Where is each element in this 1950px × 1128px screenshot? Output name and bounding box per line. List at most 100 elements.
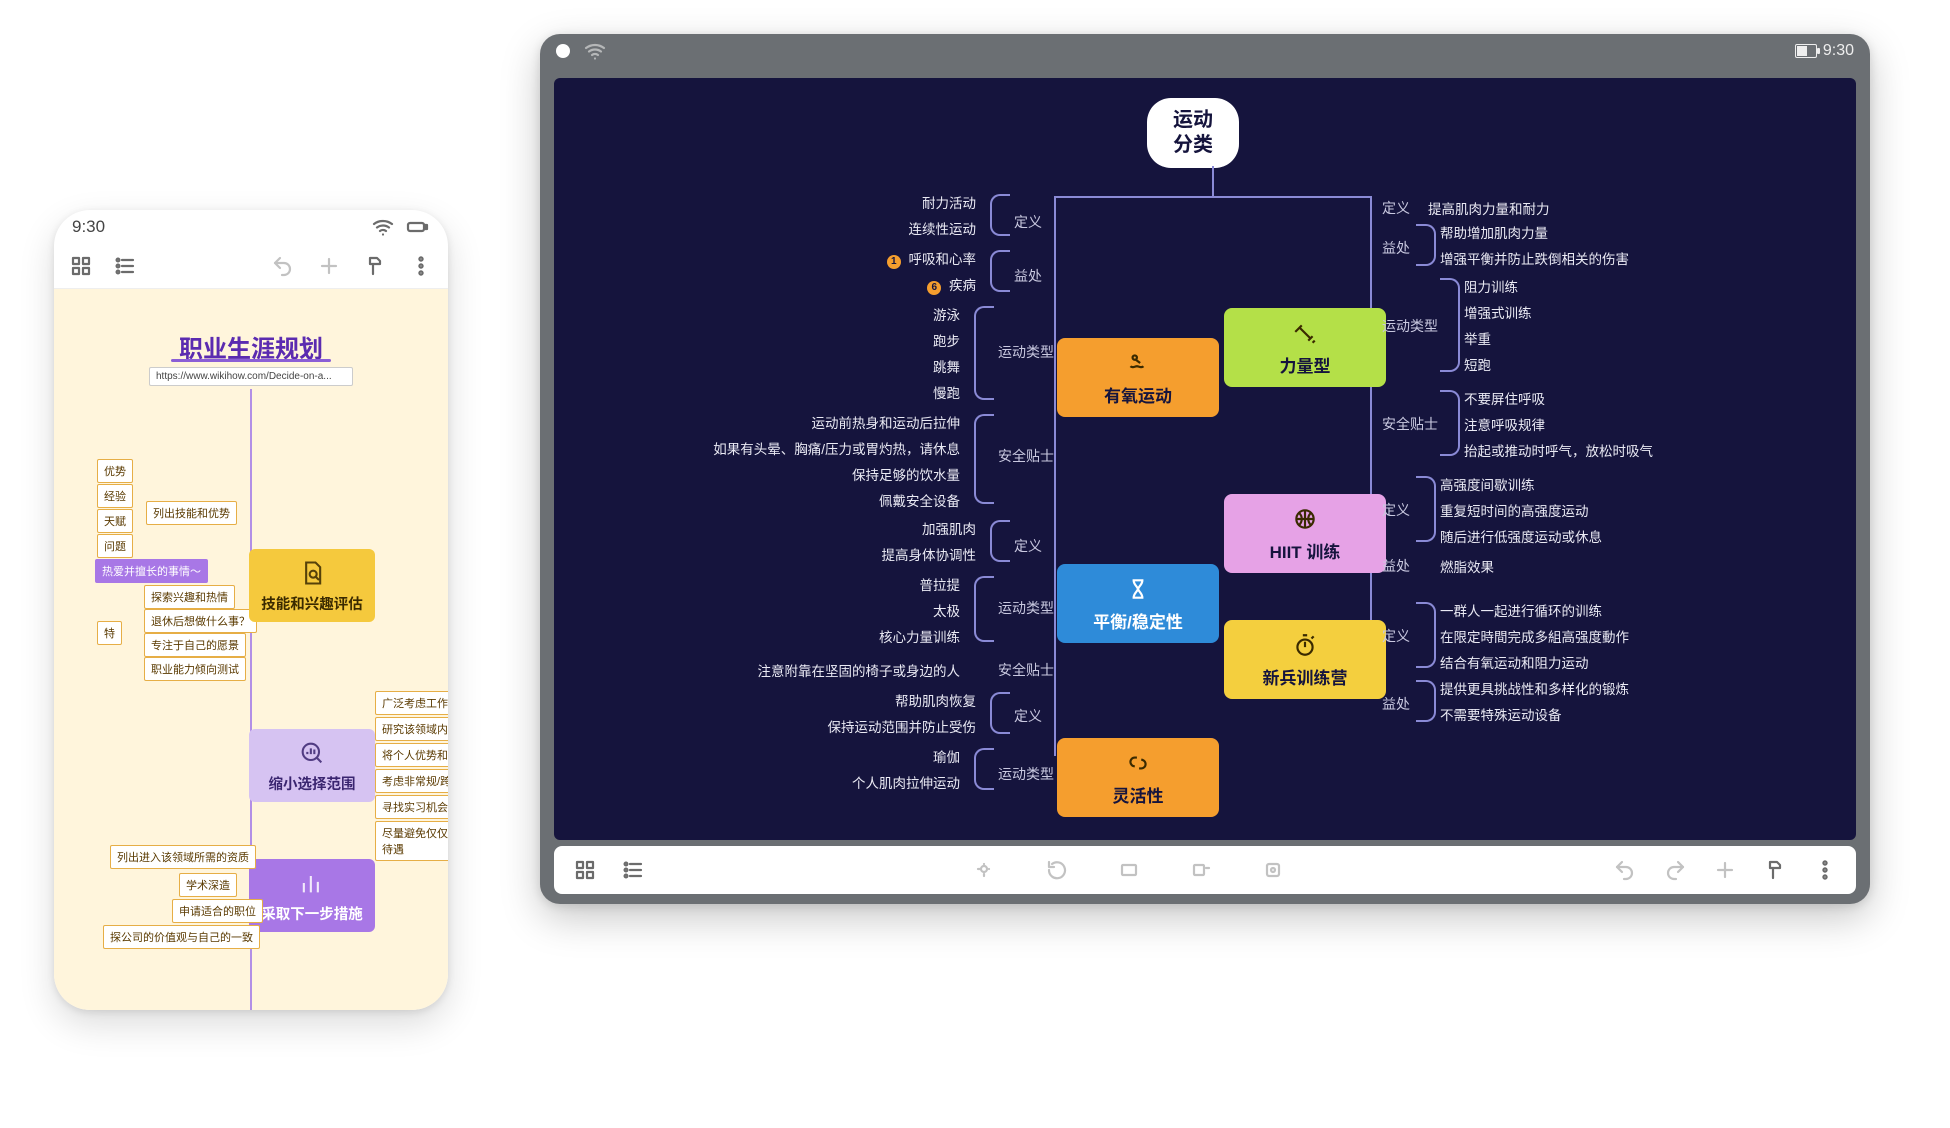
phone-left-stub[interactable]: 经验: [97, 484, 133, 508]
aerobic-tip[interactable]: 保持足够的饮水量: [852, 464, 960, 484]
phone-map-url[interactable]: https://www.wikihow.com/Decide-on-a...: [149, 367, 353, 386]
branch-aerobic[interactable]: 有氧运动: [1057, 338, 1219, 417]
phone-right-item[interactable]: 研究该领域内工作的多项职责: [375, 717, 448, 741]
undo-icon[interactable]: [1612, 857, 1638, 883]
flex-type[interactable]: 个人肌肉拉伸运动: [852, 772, 960, 792]
more-icon[interactable]: [408, 253, 434, 279]
phone-left-stub[interactable]: 优势: [97, 459, 133, 483]
export-icon[interactable]: [1188, 857, 1214, 883]
phone-right-item[interactable]: 广泛考虑工作领域: [375, 691, 448, 715]
balance-def[interactable]: 提高身体协调性: [882, 544, 977, 564]
list-icon[interactable]: [112, 253, 138, 279]
branch-flex[interactable]: 灵活性: [1057, 738, 1219, 817]
phone-card-3[interactable]: 采取下一步措施: [249, 859, 375, 932]
strength-def-head: 定义: [1382, 198, 1410, 218]
more-icon[interactable]: [1812, 857, 1838, 883]
aerobic-type[interactable]: 跑步: [933, 330, 960, 350]
branch-balance[interactable]: 平衡/稳定性: [1057, 564, 1219, 643]
phone-left-row[interactable]: 特: [97, 621, 122, 645]
balance-tip[interactable]: 注意附靠在坚固的椅子或身边的人: [758, 660, 961, 680]
flex-type[interactable]: 瑜伽: [933, 746, 960, 766]
tablet-canvas[interactable]: 运动 分类 有氧运动 定义 耐力活动 连续性运动 益处 1 呼吸和心率 6 疾病: [554, 78, 1856, 840]
grid-icon[interactable]: [68, 253, 94, 279]
style-icon[interactable]: [362, 253, 388, 279]
strength-type[interactable]: 增强式训练: [1464, 302, 1532, 322]
phone-left-item[interactable]: 探索兴趣和热情: [144, 585, 235, 609]
bootcamp-def[interactable]: 结合有氧运动和阻力运动: [1440, 652, 1589, 672]
bootcamp-ben[interactable]: 提供更具挑战性和多样化的锻炼: [1440, 678, 1629, 698]
phone-left-stub[interactable]: 天赋: [97, 509, 133, 533]
flex-def[interactable]: 保持运动范围并防止受伤: [828, 716, 977, 736]
strength-tip[interactable]: 抬起或推动时呼气，放松时吸气: [1464, 440, 1653, 460]
hiit-def[interactable]: 高强度间歇训练: [1440, 474, 1535, 494]
add-icon[interactable]: [316, 253, 342, 279]
aerobic-ben-head: 益处: [1014, 266, 1042, 286]
hiit-ben[interactable]: 燃脂效果: [1440, 556, 1494, 576]
branch-strength[interactable]: 力量型: [1224, 308, 1386, 387]
target-icon[interactable]: [1260, 857, 1286, 883]
balance-def[interactable]: 加强肌肉: [922, 518, 976, 538]
aerobic-tip[interactable]: 如果有头晕、胸痛/压力或胃灼热，请休息: [713, 438, 960, 458]
phone-left-item[interactable]: 退休后想做什么事？: [144, 609, 257, 633]
flex-def-head: 定义: [1014, 706, 1042, 726]
phone-left-item[interactable]: 列出技能和优势: [146, 501, 237, 525]
aerobic-def[interactable]: 耐力活动: [922, 192, 976, 212]
undo-icon[interactable]: [270, 253, 296, 279]
balance-type[interactable]: 核心力量训练: [879, 626, 960, 646]
phone-card3-left[interactable]: 申请适合的职位: [172, 899, 263, 923]
aerobic-tip[interactable]: 佩戴安全设备: [879, 490, 960, 510]
hiit-ben-head: 益处: [1382, 556, 1410, 576]
hiit-def[interactable]: 随后进行低强度运动或休息: [1440, 526, 1602, 546]
phone-right-item[interactable]: 考虑非常规/跨领域工作: [375, 769, 448, 793]
phone-card3-left[interactable]: 探公司的价值观与自己的一致: [103, 925, 260, 949]
list-icon[interactable]: [620, 857, 646, 883]
flex-def[interactable]: 帮助肌肉恢复: [895, 690, 976, 710]
balance-type[interactable]: 太极: [933, 600, 960, 620]
redo-icon[interactable]: [1662, 857, 1688, 883]
style-icon[interactable]: [1762, 857, 1788, 883]
bootcamp-def[interactable]: 在限定時間完成多組高强度動作: [1440, 626, 1629, 646]
rotate-icon[interactable]: [1044, 857, 1070, 883]
strength-def[interactable]: 提高肌肉力量和耐力: [1428, 198, 1550, 218]
phone-right-item[interactable]: 尽量避免仅仅根据薪资待遇: [375, 821, 448, 861]
aerobic-ben[interactable]: 6 疾病: [927, 274, 976, 295]
connector: [1440, 390, 1460, 456]
branch-hiit[interactable]: HIIT 训练: [1224, 494, 1386, 573]
phone-canvas[interactable]: 职业生涯规划 https://www.wikihow.com/Decide-on…: [54, 289, 448, 1010]
root-node[interactable]: 运动 分类: [1147, 98, 1239, 168]
aerobic-type[interactable]: 跳舞: [933, 356, 960, 376]
strength-tip[interactable]: 注意呼吸规律: [1464, 414, 1545, 434]
aerobic-def[interactable]: 连续性运动: [909, 218, 977, 238]
aerobic-ben[interactable]: 1 呼吸和心率: [887, 248, 976, 269]
aerobic-type[interactable]: 慢跑: [933, 382, 960, 402]
zoom-in-icon[interactable]: [972, 857, 998, 883]
phone-left-item[interactable]: 职业能力倾向测试: [144, 657, 246, 681]
strength-ben[interactable]: 增强平衡并防止跌倒相关的伤害: [1440, 248, 1629, 268]
phone-left-stub[interactable]: 问题: [97, 534, 133, 558]
battery-icon: [1795, 44, 1817, 58]
phone-right-item[interactable]: 寻找实习机会: [375, 795, 448, 819]
strength-ben[interactable]: 帮助增加肌肉力量: [1440, 222, 1548, 242]
grid-icon[interactable]: [572, 857, 598, 883]
balance-type[interactable]: 普拉提: [920, 574, 961, 594]
phone-right-item[interactable]: 将个人优势和潜在工: [375, 743, 448, 767]
bootcamp-def[interactable]: 一群人一起进行循环的训练: [1440, 600, 1602, 620]
frame-icon[interactable]: [1116, 857, 1142, 883]
phone-card3-left[interactable]: 列出进入该领域所需的资质: [110, 845, 256, 869]
strength-type[interactable]: 短跑: [1464, 354, 1491, 374]
aerobic-tip[interactable]: 运动前热身和运动后拉伸: [812, 412, 961, 432]
phone-left-item[interactable]: 专注于自己的愿景: [144, 633, 246, 657]
branch-bootcamp[interactable]: 新兵训练营: [1224, 620, 1386, 699]
aerobic-type[interactable]: 游泳: [933, 304, 960, 324]
strength-type[interactable]: 举重: [1464, 328, 1491, 348]
phone-card3-left[interactable]: 学术深造: [179, 873, 237, 897]
connector: [1370, 196, 1372, 676]
hiit-def[interactable]: 重复短时间的高强度运动: [1440, 500, 1589, 520]
strength-type[interactable]: 阻力训练: [1464, 276, 1518, 296]
phone-card-2[interactable]: 缩小选择范围: [249, 729, 375, 802]
phone-card-1[interactable]: 技能和兴趣评估: [249, 549, 375, 622]
strength-tip[interactable]: 不要屏住呼吸: [1464, 388, 1545, 408]
phone-left-head[interactable]: 热爱并擅长的事情～: [95, 559, 208, 583]
bootcamp-ben[interactable]: 不需要特殊运动设备: [1440, 704, 1562, 724]
add-icon[interactable]: [1712, 857, 1738, 883]
